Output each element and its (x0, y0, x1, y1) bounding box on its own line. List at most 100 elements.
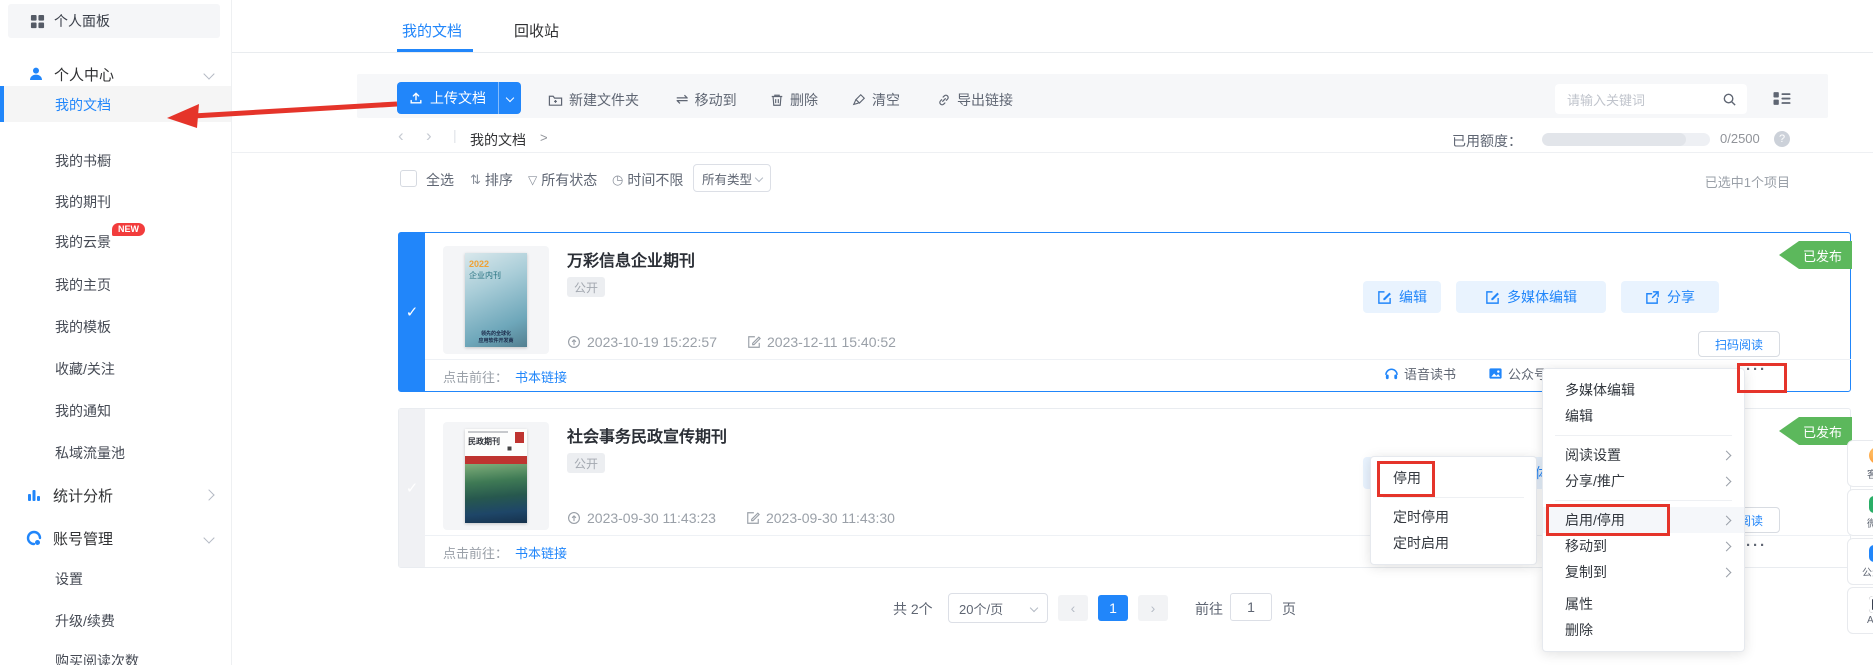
media-edit-button[interactable]: 多媒体编辑 (1456, 281, 1606, 313)
move-icon: ⇌ (676, 93, 689, 107)
book-link[interactable]: 书本链接 (515, 543, 567, 562)
sidebar-group-personal-center[interactable]: 个人中心 (28, 60, 218, 88)
clear-button[interactable]: 清空 (852, 90, 900, 110)
menu-item-edit[interactable]: 编辑 (1543, 403, 1744, 429)
document-thumbnail[interactable]: 2022 企业内刊 领先的全球化 应用软件开发商 (443, 246, 549, 354)
current-page-button[interactable]: 1 (1098, 595, 1128, 621)
sidebar-item-my-bookshelf[interactable]: 我的书橱 (55, 151, 111, 171)
view-toggle-icon[interactable] (1772, 90, 1792, 107)
status-filter[interactable]: ▽ 所有状态 (528, 170, 597, 190)
document-title[interactable]: 万彩信息企业期刊 (567, 247, 695, 271)
cover-title: 企业内刊 (469, 270, 501, 281)
menu-item-share-promote[interactable]: 分享/推广 (1543, 468, 1744, 494)
delete-label: 删除 (790, 90, 818, 110)
app-widget[interactable]: APP (1847, 587, 1873, 634)
chevron-down-icon (203, 532, 214, 543)
dashboard-grid-icon (30, 14, 45, 29)
goto-page-input[interactable]: 1 (1230, 593, 1272, 621)
publish-time-icon (567, 335, 581, 349)
menu-item-disable[interactable]: 停用 (1371, 465, 1536, 491)
sidebar-group-statistics[interactable]: 统计分析 (26, 481, 218, 509)
menu-item-label: 定时启用 (1393, 533, 1449, 553)
sort-icon: ⇅ (470, 172, 481, 188)
sidebar-item-my-journals[interactable]: 我的期刊 (55, 192, 111, 212)
edit-button[interactable]: 编辑 (1363, 281, 1441, 313)
chevron-down-icon (203, 68, 214, 79)
chevron-right-icon (1722, 476, 1732, 486)
upload-dropdown-button[interactable] (498, 82, 521, 114)
new-folder-button[interactable]: 新建文件夹 (548, 90, 639, 110)
new-badge: NEW (112, 223, 145, 236)
updated-date: 2023-12-11 15:40:52 (767, 334, 896, 350)
menu-item-enable-disable[interactable]: 启用/停用 (1543, 507, 1744, 533)
wechat-widget[interactable]: 微信 (1847, 489, 1873, 536)
prev-page-button[interactable]: ‹ (1058, 595, 1088, 621)
menu-item-move-to[interactable]: 移动到 (1543, 533, 1744, 559)
more-actions-button[interactable]: ··· (1746, 537, 1767, 554)
sidebar-item-notifications[interactable]: 我的通知 (55, 401, 111, 421)
export-link-label: 导出链接 (957, 90, 1013, 110)
more-actions-button[interactable]: ··· (1746, 361, 1767, 378)
wechat-channel[interactable]: 公众号 (1488, 364, 1547, 383)
sidebar-group-label: 账号管理 (53, 528, 113, 549)
move-to-button[interactable]: ⇌ 移动到 (676, 90, 737, 110)
official-account-widget[interactable]: 公众号 (1847, 538, 1873, 585)
sidebar-item-my-cloudview[interactable]: 我的云景 (55, 232, 111, 252)
breadcrumb[interactable]: 我的文档 (470, 130, 526, 150)
help-icon[interactable]: ? (1774, 131, 1790, 147)
check-icon: ✓ (406, 303, 419, 321)
document-thumbnail[interactable]: 民政期刊 (443, 422, 549, 530)
select-all-label[interactable]: 全选 (426, 170, 454, 190)
book-link[interactable]: 书本链接 (515, 367, 567, 386)
share-label: 分享 (1667, 287, 1695, 307)
search-input[interactable]: 请输入关键词 (1555, 84, 1747, 114)
visibility-badge: 公开 (567, 277, 605, 297)
card-unselected-checkmark[interactable]: ✓ (399, 409, 425, 567)
sidebar-item-my-templates[interactable]: 我的模板 (55, 317, 111, 337)
new-folder-label: 新建文件夹 (569, 90, 639, 110)
sidebar-item-dashboard[interactable]: 个人面板 (8, 4, 220, 38)
document-title[interactable]: 社会事务民政宣传期刊 (567, 423, 727, 447)
edit-icon (1485, 290, 1500, 305)
broom-icon (852, 93, 866, 107)
delete-button[interactable]: 删除 (770, 90, 818, 110)
menu-item-copy-to[interactable]: 复制到 (1543, 559, 1744, 585)
page-size-select[interactable]: 20个/页 (948, 593, 1048, 623)
sidebar-item-private-traffic[interactable]: 私域流量池 (55, 443, 125, 463)
sidebar-item-upgrade[interactable]: 升级/续费 (55, 611, 115, 631)
menu-item-delete[interactable]: 删除 (1543, 617, 1744, 643)
menu-item-scheduled-disable[interactable]: 定时停用 (1371, 504, 1536, 530)
chevron-down-icon (755, 174, 763, 182)
nav-forward-icon[interactable]: › (426, 126, 432, 146)
wechat-icon (1869, 496, 1873, 513)
menu-item-media-edit[interactable]: 多媒体编辑 (1543, 377, 1744, 403)
chevron-right-icon (1722, 450, 1732, 460)
audio-read-channel[interactable]: 语音读书 (1384, 364, 1456, 383)
export-link-button[interactable]: 导出链接 (937, 90, 1013, 110)
qr-read-button[interactable]: 扫码阅读 (1698, 331, 1780, 357)
sidebar-item-my-homepage[interactable]: 我的主页 (55, 275, 111, 295)
upload-button[interactable]: 上传文档 (397, 82, 521, 114)
upload-icon (409, 91, 423, 105)
tab-recycle-bin[interactable]: 回收站 (514, 20, 559, 41)
share-button[interactable]: 分享 (1621, 281, 1719, 313)
chevron-down-icon (1030, 604, 1038, 612)
sidebar-item-favorites[interactable]: 收藏/关注 (55, 359, 115, 379)
sidebar-item-buy-reads[interactable]: 购买阅读次数 (55, 651, 139, 665)
sidebar-item-settings[interactable]: 设置 (55, 569, 83, 589)
menu-item-read-settings[interactable]: 阅读设置 (1543, 442, 1744, 468)
tab-my-documents[interactable]: 我的文档 (402, 20, 462, 41)
customer-service-widget[interactable]: 客服 (1847, 440, 1873, 487)
menu-item-properties[interactable]: 属性 (1543, 591, 1744, 617)
card-selected-checkmark[interactable]: ✓ (399, 233, 425, 391)
edit-time-icon (746, 511, 760, 525)
time-filter[interactable]: ◷ 时间不限 (612, 170, 683, 190)
search-icon[interactable] (1722, 92, 1737, 107)
sort-button[interactable]: ⇅ 排序 (470, 170, 513, 190)
menu-item-scheduled-enable[interactable]: 定时启用 (1371, 530, 1536, 556)
next-page-button[interactable]: › (1138, 595, 1168, 621)
clear-label: 清空 (872, 90, 900, 110)
type-filter-select[interactable]: 所有类型 (693, 164, 771, 192)
select-all-checkbox[interactable] (400, 170, 417, 187)
sidebar-group-account[interactable]: 账号管理 (26, 524, 218, 552)
